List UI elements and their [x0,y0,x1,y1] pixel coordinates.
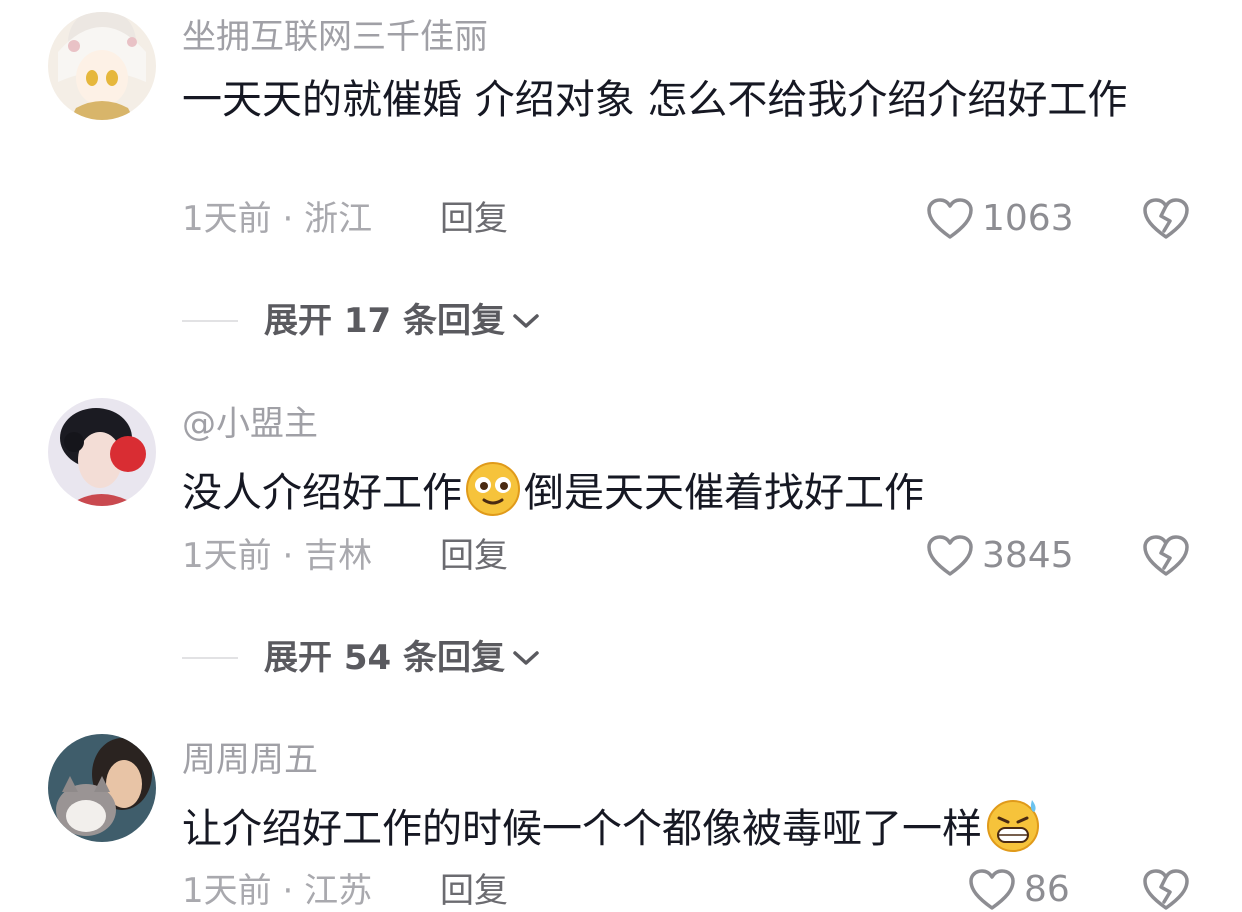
like-count: 1063 [982,198,1074,239]
comment-time: 1天前 [182,871,272,911]
dislike-button[interactable] [1142,197,1190,241]
avatar[interactable] [48,12,156,120]
comment-time: 1天前 [182,199,272,239]
expand-replies-label: 展开 54 条回复 [264,638,505,678]
chevron-down-icon [513,651,539,665]
username[interactable]: @小盟主 [182,407,318,441]
expand-divider [182,657,238,659]
meta-separator: · [282,199,294,239]
broken-heart-icon [1143,869,1189,910]
comment-text-before: 没人介绍好工作 [182,470,462,516]
reply-button[interactable]: 回复 [440,539,508,573]
grin-sweat-emoji-icon [987,800,1039,852]
like-button[interactable]: 1063 [926,197,1074,241]
expand-replies-button[interactable]: 展开 54 条回复 [182,638,541,678]
like-count: 3845 [982,535,1074,576]
heart-icon [969,869,1015,910]
comment-meta: 1天前 · 吉林 [182,539,372,573]
comment-location: 吉林 [304,536,373,576]
comment-time: 1天前 [182,536,272,576]
chevron-down-icon [513,314,539,328]
smile-emoji-icon [466,462,520,516]
expand-divider [182,320,238,322]
comment-text: 让介绍好工作的时候一个个都像被毒哑了一样 [182,796,1182,857]
comment-text: 一天天的就催婚 介绍对象 怎么不给我介绍介绍好工作 [182,77,1128,123]
meta-separator: · [282,871,294,911]
heart-icon [927,198,973,239]
comment-text: 没人介绍好工作 倒是天天催着找好工作 [182,460,1182,521]
expand-replies-label: 展开 17 条回复 [264,301,505,341]
reply-button[interactable]: 回复 [440,874,508,908]
broken-heart-icon [1143,535,1189,576]
like-count: 86 [1024,869,1070,910]
comment-text-after: 倒是天天催着找好工作 [524,470,924,516]
like-button[interactable]: 86 [968,868,1070,912]
username[interactable]: 周周周五 [182,743,318,777]
meta-separator: · [282,536,294,576]
anime-girl-avatar-icon [48,12,156,120]
woman-with-red-fan-avatar-icon [48,398,156,506]
comment-meta: 1天前 · 浙江 [182,202,372,236]
comment-location: 江苏 [304,871,373,911]
comment-text-body: 让介绍好工作的时候一个个都像被毒哑了一样 [182,806,982,852]
avatar[interactable] [48,398,156,506]
avatar[interactable] [48,734,156,842]
heart-icon [927,535,973,576]
like-button[interactable]: 3845 [926,534,1074,578]
broken-heart-icon [1143,198,1189,239]
expand-replies-button[interactable]: 展开 17 条回复 [182,301,541,341]
girl-with-cat-avatar-icon [48,734,156,842]
dislike-button[interactable] [1142,534,1190,578]
dislike-button[interactable] [1142,868,1190,912]
comment-meta: 1天前 · 江苏 [182,874,372,908]
username[interactable]: 坐拥互联网三千佳丽 [182,20,488,54]
reply-button[interactable]: 回复 [440,202,508,236]
comment-location: 浙江 [304,199,373,239]
